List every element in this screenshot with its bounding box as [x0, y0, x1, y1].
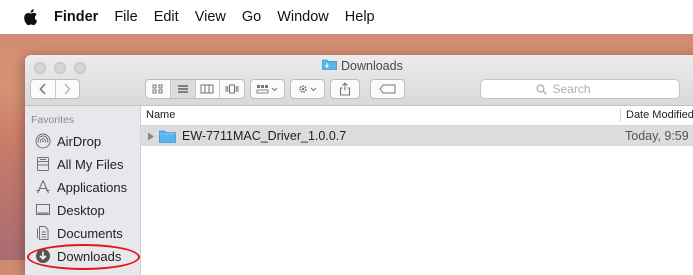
tag-icon — [378, 84, 395, 94]
documents-icon — [34, 224, 52, 242]
column-view-button[interactable] — [196, 80, 221, 98]
search-field[interactable] — [480, 79, 680, 99]
desktop-icon — [34, 201, 52, 219]
table-row[interactable]: EW-7711MAC_Driver_1.0.0.7 Today, 9:59 — [141, 126, 693, 146]
sidebar-item-all-my-files[interactable]: All My Files — [25, 153, 140, 175]
sidebar-item-label: Documents — [57, 225, 123, 241]
sidebar-section-favorites: Favorites — [31, 114, 75, 126]
icon-view-icon — [152, 84, 163, 94]
sidebar-item-documents[interactable]: Documents — [25, 222, 140, 244]
minimize-window-button[interactable] — [54, 62, 66, 74]
folder-icon — [159, 129, 176, 143]
menu-view[interactable]: View — [195, 9, 226, 25]
chevron-right-icon — [64, 83, 71, 95]
column-header-date-modified[interactable]: Date Modified — [620, 109, 693, 122]
sidebar: Favorites AirDrop All My Files Applicati… — [25, 106, 141, 275]
sidebar-item-label: Desktop — [57, 202, 105, 218]
icon-view-button[interactable] — [146, 80, 171, 98]
sidebar-item-label: Applications — [57, 179, 128, 195]
window-title-text: Downloads — [341, 58, 403, 73]
tags-button[interactable] — [370, 79, 405, 99]
gear-icon — [298, 85, 316, 93]
column-view-icon — [200, 84, 214, 94]
menu-file[interactable]: File — [114, 9, 137, 25]
menu-bar: Finder File Edit View Go Window Help — [0, 0, 693, 34]
menu-window[interactable]: Window — [277, 9, 329, 25]
applications-icon — [34, 178, 52, 196]
disclosure-triangle-icon[interactable] — [147, 132, 155, 141]
sidebar-item-desktop[interactable]: Desktop — [25, 199, 140, 221]
finder-window: Downloads Search Favorites AirDrop All M… — [25, 55, 693, 275]
sidebar-item-airdrop[interactable]: AirDrop — [25, 130, 140, 152]
sidebar-item-downloads[interactable]: Downloads — [25, 244, 140, 270]
search-icon — [535, 83, 546, 94]
sidebar-item-label: AirDrop — [57, 133, 102, 149]
cover-flow-button[interactable] — [220, 80, 244, 98]
file-date-modified: Today, 9:59 — [625, 129, 689, 143]
back-forward-control — [30, 79, 80, 99]
sidebar-item-label: All My Files — [57, 156, 124, 172]
menu-edit[interactable]: Edit — [154, 9, 179, 25]
sidebar-item-applications[interactable]: Applications — [25, 176, 140, 198]
arrange-icon — [256, 85, 277, 94]
forward-button[interactable] — [56, 80, 80, 98]
menu-help[interactable]: Help — [345, 9, 375, 25]
share-icon — [339, 82, 351, 96]
list-view-button[interactable] — [170, 80, 196, 98]
highlight-oval — [27, 244, 140, 270]
file-list: Name Date Modified EW-7711MAC_Driver_1.0… — [141, 106, 693, 275]
window-title: Downloads — [322, 58, 403, 73]
action-button[interactable] — [290, 79, 325, 99]
file-name: EW-7711MAC_Driver_1.0.0.7 — [182, 129, 347, 143]
zoom-window-button[interactable] — [74, 62, 86, 74]
back-button[interactable] — [31, 80, 56, 98]
menu-go[interactable]: Go — [242, 9, 261, 25]
search-input[interactable] — [550, 81, 625, 97]
column-header-name[interactable]: Name — [146, 109, 175, 121]
list-view-icon — [177, 85, 188, 93]
cover-flow-icon — [225, 84, 239, 94]
list-header: Name Date Modified — [141, 106, 693, 126]
menu-app-name[interactable]: Finder — [54, 9, 98, 25]
all-my-files-icon — [34, 155, 52, 173]
view-mode-control — [145, 79, 245, 99]
arrange-button[interactable] — [250, 79, 285, 99]
folder-icon — [322, 58, 337, 73]
title-bar: Downloads — [25, 55, 693, 106]
close-window-button[interactable] — [34, 62, 46, 74]
airdrop-icon — [34, 132, 52, 150]
share-button[interactable] — [330, 79, 360, 99]
apple-menu-icon[interactable] — [22, 7, 40, 27]
chevron-left-icon — [39, 83, 46, 95]
